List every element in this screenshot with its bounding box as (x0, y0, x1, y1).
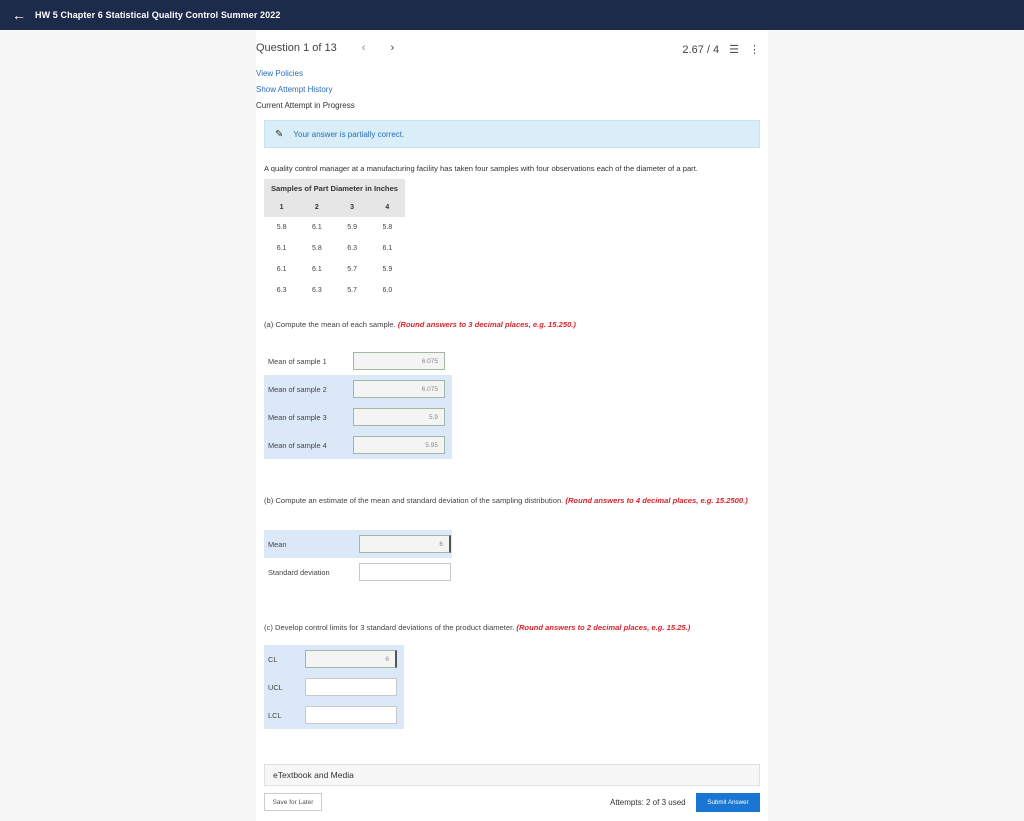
score-area: 2.67 / 4 ☰ ⋮ (682, 43, 760, 57)
table-header: 3 (350, 204, 355, 211)
score-value: 2.67 / 4 (682, 43, 720, 56)
feedback-banner: ✎ Your answer is partially correct. (264, 120, 760, 148)
lcl-input[interactable] (305, 706, 397, 724)
feedback-message: Your answer is partially correct. (293, 129, 405, 139)
question-counter: Question 1 of 13 (256, 42, 337, 54)
field-label: Mean of sample 3 (268, 412, 327, 422)
show-attempt-history-link[interactable]: Show Attempt History (256, 85, 332, 94)
field-label: UCL (268, 682, 283, 692)
table-cell: 6.1 (382, 245, 393, 252)
field-label: LCL (268, 710, 282, 720)
part-b-form: Mean 6 Standard deviation (264, 530, 452, 586)
form-row: UCL (264, 673, 404, 701)
table-cell: 6.1 (276, 245, 287, 252)
cl-input[interactable]: 6 (305, 650, 397, 668)
view-policies-link[interactable]: View Policies (256, 69, 303, 78)
part-b-prompt: (b) Compute an estimate of the mean and … (264, 496, 754, 506)
table-cell: 6.3 (312, 287, 322, 294)
part-a-form: Mean of sample 1 6.075 Mean of sample 2 … (264, 347, 452, 459)
form-row: Standard deviation (264, 558, 452, 586)
table-row: 5.8 6.1 5.9 5.8 (264, 217, 405, 238)
part-c-prompt: (c) Develop control limits for 3 standar… (264, 623, 690, 632)
table-header: 2 (314, 204, 319, 211)
table-cell: 5.9 (382, 266, 393, 273)
arrow-left-icon[interactable]: ← (12, 8, 26, 22)
attempts-count: Attempts: 2 of 3 used (610, 798, 686, 807)
field-label: CL (268, 654, 278, 664)
save-for-later-button[interactable]: Save for Later (264, 793, 322, 811)
attempt-status: Current Attempt in Progress (256, 101, 355, 110)
list-icon[interactable]: ☰ (729, 43, 739, 56)
part-a-question: (a) Compute the mean of each sample. (264, 320, 396, 329)
form-row: CL 6 (264, 645, 404, 673)
mean-sample-1-input[interactable]: 6.075 (353, 352, 445, 370)
chevron-right-icon[interactable]: › (391, 42, 395, 54)
table-header: 4 (385, 204, 390, 211)
field-label: Mean (268, 539, 287, 549)
assignment-title: HW 5 Chapter 6 Statistical Quality Contr… (35, 10, 281, 20)
sampling-mean-input[interactable]: 6 (359, 535, 451, 553)
table-cell: 5.8 (382, 224, 393, 231)
submit-answer-button[interactable]: Submit Answer (696, 793, 760, 812)
field-label: Mean of sample 4 (268, 440, 327, 450)
part-a-round-note: (Round answers to 3 decimal places, e.g.… (397, 320, 576, 329)
top-bar: ← HW 5 Chapter 6 Statistical Quality Con… (0, 0, 1024, 30)
part-c-round-note: (Round answers to 2 decimal places, e.g.… (516, 623, 691, 632)
samples-table: Samples of Part Diameter in Inches 1 2 3… (264, 179, 405, 301)
question-nav: Question 1 of 13 ‹ › (256, 42, 394, 54)
table-header-row: 1 2 3 4 (264, 198, 405, 217)
table-cell: 6.1 (312, 224, 322, 231)
form-row: Mean of sample 4 5.95 (264, 431, 452, 459)
table-cell: 6.3 (347, 245, 357, 252)
table-cell: 6.1 (276, 266, 287, 273)
form-row: Mean 6 (264, 530, 452, 558)
pencil-icon: ✎ (275, 128, 284, 140)
mean-sample-4-input[interactable]: 5.95 (353, 436, 445, 454)
table-title: Samples of Part Diameter in Inches (264, 179, 405, 198)
part-b-question: (b) Compute an estimate of the mean and … (264, 496, 564, 505)
table-header: 1 (279, 204, 284, 211)
table-row: 6.3 6.3 5.7 6.0 (264, 280, 405, 301)
field-label: Mean of sample 1 (268, 356, 327, 366)
etextbook-media-section[interactable]: eTextbook and Media (264, 764, 760, 786)
table-cell: 5.7 (347, 266, 357, 273)
ucl-input[interactable] (305, 678, 397, 696)
form-row: LCL (264, 701, 404, 729)
problem-text: A quality control manager at a manufactu… (264, 164, 698, 173)
table-cell: 5.8 (276, 224, 287, 231)
part-b-round-note: (Round answers to 4 decimal places, e.g.… (565, 496, 748, 505)
form-row: Mean of sample 1 6.075 (264, 347, 452, 375)
form-row: Mean of sample 3 5.9 (264, 403, 452, 431)
mean-sample-2-input[interactable]: 6.075 (353, 380, 445, 398)
table-cell: 6.0 (382, 287, 393, 294)
table-row: 6.1 5.8 6.3 6.1 (264, 238, 405, 259)
part-c-question: (c) Develop control limits for 3 standar… (264, 623, 515, 632)
part-c-form: CL 6 UCL LCL (264, 645, 404, 729)
chevron-left-icon[interactable]: ‹ (362, 42, 366, 54)
more-vertical-icon[interactable]: ⋮ (749, 43, 760, 56)
question-panel: Question 1 of 13 ‹ › 2.67 / 4 ☰ ⋮ View P… (256, 30, 768, 821)
field-label: Mean of sample 2 (268, 384, 327, 394)
part-a-prompt: (a) Compute the mean of each sample. (Ro… (264, 320, 576, 329)
table-row: 6.1 6.1 5.7 5.9 (264, 259, 405, 280)
mean-sample-3-input[interactable]: 5.9 (353, 408, 445, 426)
field-label: Standard deviation (268, 567, 330, 577)
table-cell: 6.3 (276, 287, 287, 294)
form-row: Mean of sample 2 6.075 (264, 375, 452, 403)
table-cell: 5.7 (347, 287, 357, 294)
table-cell: 5.9 (347, 224, 357, 231)
table-cell: 6.1 (312, 266, 322, 273)
standard-deviation-input[interactable] (359, 563, 451, 581)
table-cell: 5.8 (312, 245, 322, 252)
